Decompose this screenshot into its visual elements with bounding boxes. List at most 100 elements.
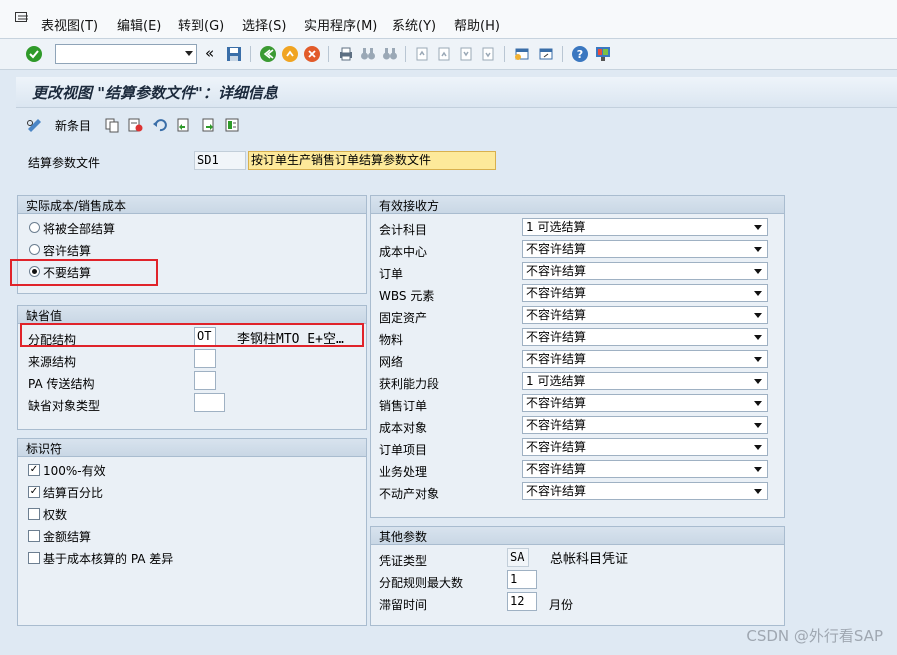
receiver-dropdown-cost-center[interactable]: 不容许结算	[522, 240, 768, 258]
profile-description-field[interactable]: 按订单生产销售订单结算参数文件	[248, 151, 496, 170]
window-menu-icon[interactable]	[15, 12, 29, 24]
max-dist-rules-field[interactable]: 1	[507, 570, 537, 589]
enter-button[interactable]	[24, 44, 44, 64]
radio-settle-fully-label: 将被全部结算	[43, 222, 116, 236]
chevron-down-icon[interactable]	[185, 51, 193, 56]
previous-entry-button[interactable]	[175, 116, 191, 134]
display-change-button[interactable]	[26, 116, 44, 134]
default-object-type-label: 缺省对象类型	[28, 399, 101, 413]
residence-time-field[interactable]: 12	[507, 592, 537, 611]
chevron-down-icon	[754, 357, 762, 362]
new-session-icon	[515, 48, 529, 60]
select-all-button[interactable]	[224, 116, 240, 134]
doc-type-field[interactable]: SA	[507, 548, 529, 567]
chevron-down-icon	[754, 269, 762, 274]
standard-toolbar: « ?	[0, 39, 897, 70]
receiver-dropdown-wbs-element[interactable]: 不容许结算	[522, 284, 768, 302]
source-structure-field[interactable]	[194, 349, 216, 368]
checkbox-equivalence-numbers-label: 权数	[43, 508, 68, 522]
undo-change-button[interactable]	[152, 116, 168, 134]
profile-code-field: SD1	[194, 151, 246, 170]
menu-system[interactable]: 系统(Y)	[392, 15, 436, 34]
receiver-dropdown-cost-object[interactable]: 不容许结算	[522, 416, 768, 434]
first-page-button[interactable]	[412, 44, 432, 64]
chevron-down-icon	[754, 335, 762, 340]
menu-edit[interactable]: 编辑(E)	[117, 15, 161, 34]
customize-layout-button[interactable]	[593, 44, 613, 64]
receiver-dropdown-order-item[interactable]: 不容许结算	[522, 438, 768, 456]
help-button[interactable]: ?	[570, 44, 590, 64]
find-next-button[interactable]	[380, 44, 400, 64]
screen-title-bar: 更改视图 "结算参数文件"：详细信息	[16, 77, 897, 108]
copy-icon	[105, 118, 119, 133]
next-page-icon	[460, 47, 472, 61]
menu-goto[interactable]: 转到(G)	[178, 15, 224, 34]
next-entry-button[interactable]	[200, 116, 216, 134]
default-object-type-field[interactable]	[194, 393, 225, 412]
menu-table-view[interactable]: 表视图(T)	[41, 15, 98, 34]
checkbox-100-valid[interactable]: ✓	[28, 464, 40, 476]
toolbar-separator	[250, 46, 251, 62]
radio-can-be-settled-label: 容许结算	[43, 244, 92, 258]
binoculars-icon	[361, 48, 375, 60]
receiver-dropdown-material[interactable]: 不容许结算	[522, 328, 768, 346]
receiver-dropdown-real-estate-object[interactable]: 不容许结算	[522, 482, 768, 500]
max-dist-rules-label: 分配规则最大数	[379, 576, 464, 590]
checkbox-pa-variances[interactable]	[28, 552, 40, 564]
menu-selection[interactable]: 选择(S)	[242, 15, 286, 34]
menu-help[interactable]: 帮助(H)	[454, 15, 500, 34]
last-page-button[interactable]	[478, 44, 498, 64]
delete-button[interactable]	[127, 116, 143, 134]
print-button[interactable]	[336, 44, 356, 64]
collapse-arrows-icon[interactable]: «	[205, 44, 214, 62]
previous-page-button[interactable]	[434, 44, 454, 64]
receiver-label-real-estate-object: 不动产对象	[379, 487, 440, 501]
source-structure-label: 来源结构	[28, 355, 77, 369]
chevron-down-icon	[754, 247, 762, 252]
checkbox-percent-settlement[interactable]: ✓	[28, 486, 40, 498]
chevron-down-icon	[754, 467, 762, 472]
previous-page-icon	[438, 47, 450, 61]
exit-button[interactable]	[280, 44, 300, 64]
new-session-button[interactable]	[512, 44, 532, 64]
menu-utilities[interactable]: 实用程序(M)	[304, 15, 377, 34]
receiver-label-fixed-asset: 固定资产	[379, 311, 428, 325]
table-select-icon	[225, 118, 239, 132]
save-button[interactable]	[224, 44, 244, 64]
receiver-dropdown-profitability-segment[interactable]: 1 可选结算	[522, 372, 768, 390]
create-shortcut-button[interactable]	[536, 44, 556, 64]
doc-type-label: 凭证类型	[379, 554, 428, 568]
radio-settle-fully[interactable]	[29, 222, 40, 233]
receiver-dropdown-sales-order[interactable]: 不容许结算	[522, 394, 768, 412]
default-values-title: 缺省值	[26, 309, 63, 323]
shortcut-icon	[539, 48, 553, 60]
residence-time-unit: 月份	[549, 598, 574, 612]
chevron-down-icon	[754, 401, 762, 406]
find-button[interactable]	[358, 44, 378, 64]
cancel-button[interactable]	[302, 44, 322, 64]
chevron-down-icon	[754, 445, 762, 450]
first-page-icon	[416, 47, 428, 61]
chevron-down-icon	[754, 225, 762, 230]
receiver-dropdown-business-process[interactable]: 不容许结算	[522, 460, 768, 478]
receiver-dropdown-network[interactable]: 不容许结算	[522, 350, 768, 368]
pa-transfer-field[interactable]	[194, 371, 216, 390]
checkbox-percent-settlement-label: 结算百分比	[43, 486, 104, 500]
new-entries-button[interactable]: 新条目	[55, 116, 91, 134]
checkbox-amount-settlement-label: 金额结算	[43, 530, 92, 544]
command-field[interactable]	[55, 44, 197, 64]
receiver-dropdown-gl-account[interactable]: 1 可选结算	[522, 218, 768, 236]
receiver-dropdown-order[interactable]: 不容许结算	[522, 262, 768, 280]
radio-can-be-settled[interactable]	[29, 244, 40, 255]
toolbar-separator	[562, 46, 563, 62]
next-page-button[interactable]	[456, 44, 476, 64]
receiver-label-sales-order: 销售订单	[379, 399, 428, 413]
receiver-dropdown-fixed-asset[interactable]: 不容许结算	[522, 306, 768, 324]
profile-label: 结算参数文件	[28, 156, 101, 170]
copy-as-button[interactable]	[104, 116, 120, 134]
page-title: 更改视图 "结算参数文件"：详细信息	[32, 84, 278, 102]
back-button[interactable]	[258, 44, 278, 64]
checkbox-amount-settlement[interactable]	[28, 530, 40, 542]
checkbox-equivalence-numbers[interactable]	[28, 508, 40, 520]
receiver-label-cost-center: 成本中心	[379, 245, 428, 259]
